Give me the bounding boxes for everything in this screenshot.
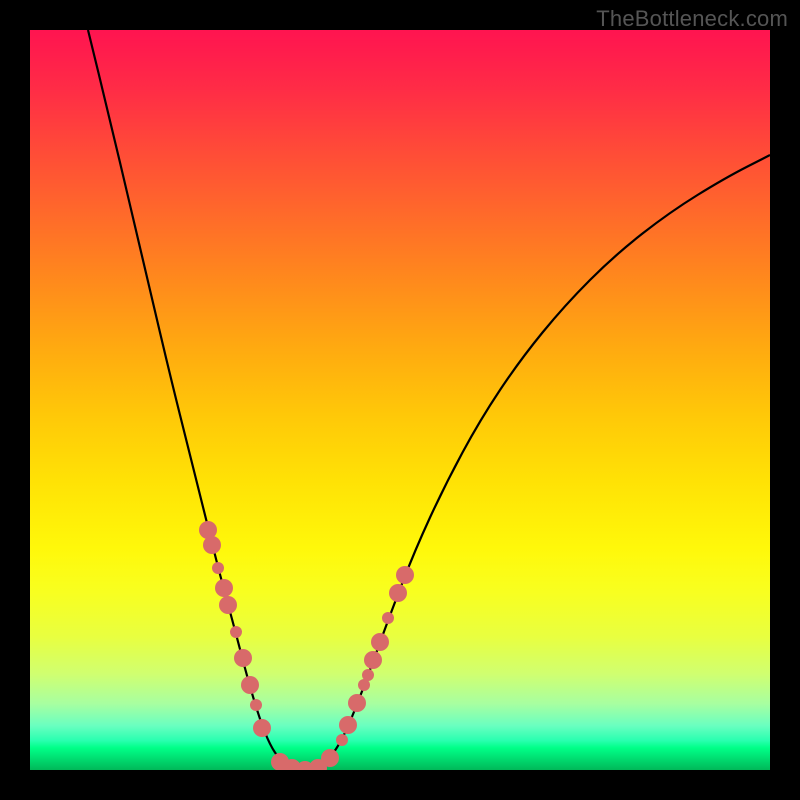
curve-svg: [30, 30, 770, 770]
scatter-point: [362, 669, 374, 681]
scatter-point: [241, 676, 259, 694]
scatter-point: [348, 694, 366, 712]
plot-area: [30, 30, 770, 770]
chart-container: TheBottleneck.com: [0, 0, 800, 800]
scatter-point: [382, 612, 394, 624]
scatter-point: [203, 536, 221, 554]
scatter-point: [396, 566, 414, 584]
scatter-point: [215, 579, 233, 597]
scatter-point: [321, 749, 339, 767]
scatter-point: [253, 719, 271, 737]
scatter-point: [230, 626, 242, 638]
scatter-point: [250, 699, 262, 711]
watermark-text: TheBottleneck.com: [596, 6, 788, 32]
left-branch-curve: [88, 30, 305, 770]
scatter-point: [339, 716, 357, 734]
scatter-point: [234, 649, 252, 667]
right-branch-curve: [305, 155, 770, 770]
scatter-point: [371, 633, 389, 651]
scatter-point: [364, 651, 382, 669]
scatter-point: [212, 562, 224, 574]
scatter-point: [219, 596, 237, 614]
scatter-point: [336, 734, 348, 746]
scatter-markers: [199, 521, 414, 770]
scatter-point: [389, 584, 407, 602]
